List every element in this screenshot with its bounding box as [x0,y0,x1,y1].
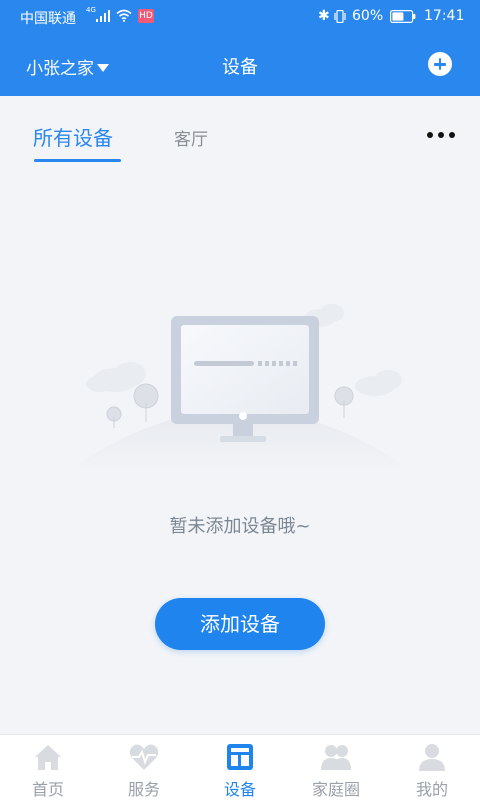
more-options-icon[interactable] [427,130,455,140]
battery-icon [390,10,416,23]
heartbeat-icon [129,744,159,770]
nav-services[interactable]: 服务 [96,735,192,800]
bluetooth-icon: ✱ [318,8,330,24]
user-icon [419,744,445,771]
home-icon [35,745,61,770]
network-type-label: 4G [86,6,96,14]
nav-label: 首页 [31,780,64,799]
wifi-icon [116,9,132,22]
empty-state-message: 暂未添加设备哦~ [169,516,311,537]
room-tabs: 所有设备 客厅 [0,96,480,170]
nav-label: 家庭圈 [311,780,360,799]
bottom-nav: 首页 服务 设备 家庭圈 我的 [0,734,480,800]
nav-label: 我的 [415,780,448,799]
tab-living-room[interactable]: 客厅 [174,125,208,150]
signal-icon [96,10,110,22]
nav-home[interactable]: 首页 [0,735,96,800]
page-title: 设备 [222,57,258,78]
empty-devices-illustration [70,304,410,470]
nav-mine[interactable]: 我的 [384,735,480,800]
status-bar: 中国联通 4G HD ✱ 60% 17:41 [0,0,480,34]
nav-devices[interactable]: 设备 [192,735,288,800]
family-icon [321,745,351,770]
hd-badge: HD [138,9,154,23]
device-icon [227,744,253,770]
nav-label: 服务 [127,780,160,799]
battery-percent: 60% [352,8,384,24]
vibrate-icon [334,10,346,23]
carrier-label: 中国联通 [20,11,76,27]
add-device-button[interactable]: 添加设备 [155,598,325,650]
tab-all-devices[interactable]: 所有设备 [33,122,121,162]
add-device-icon[interactable] [428,52,452,76]
clock: 17:41 [424,8,465,24]
app-header: 小张之家 设备 [0,34,480,96]
nav-label: 设备 [223,780,256,799]
nav-family-circle[interactable]: 家庭圈 [288,735,384,800]
